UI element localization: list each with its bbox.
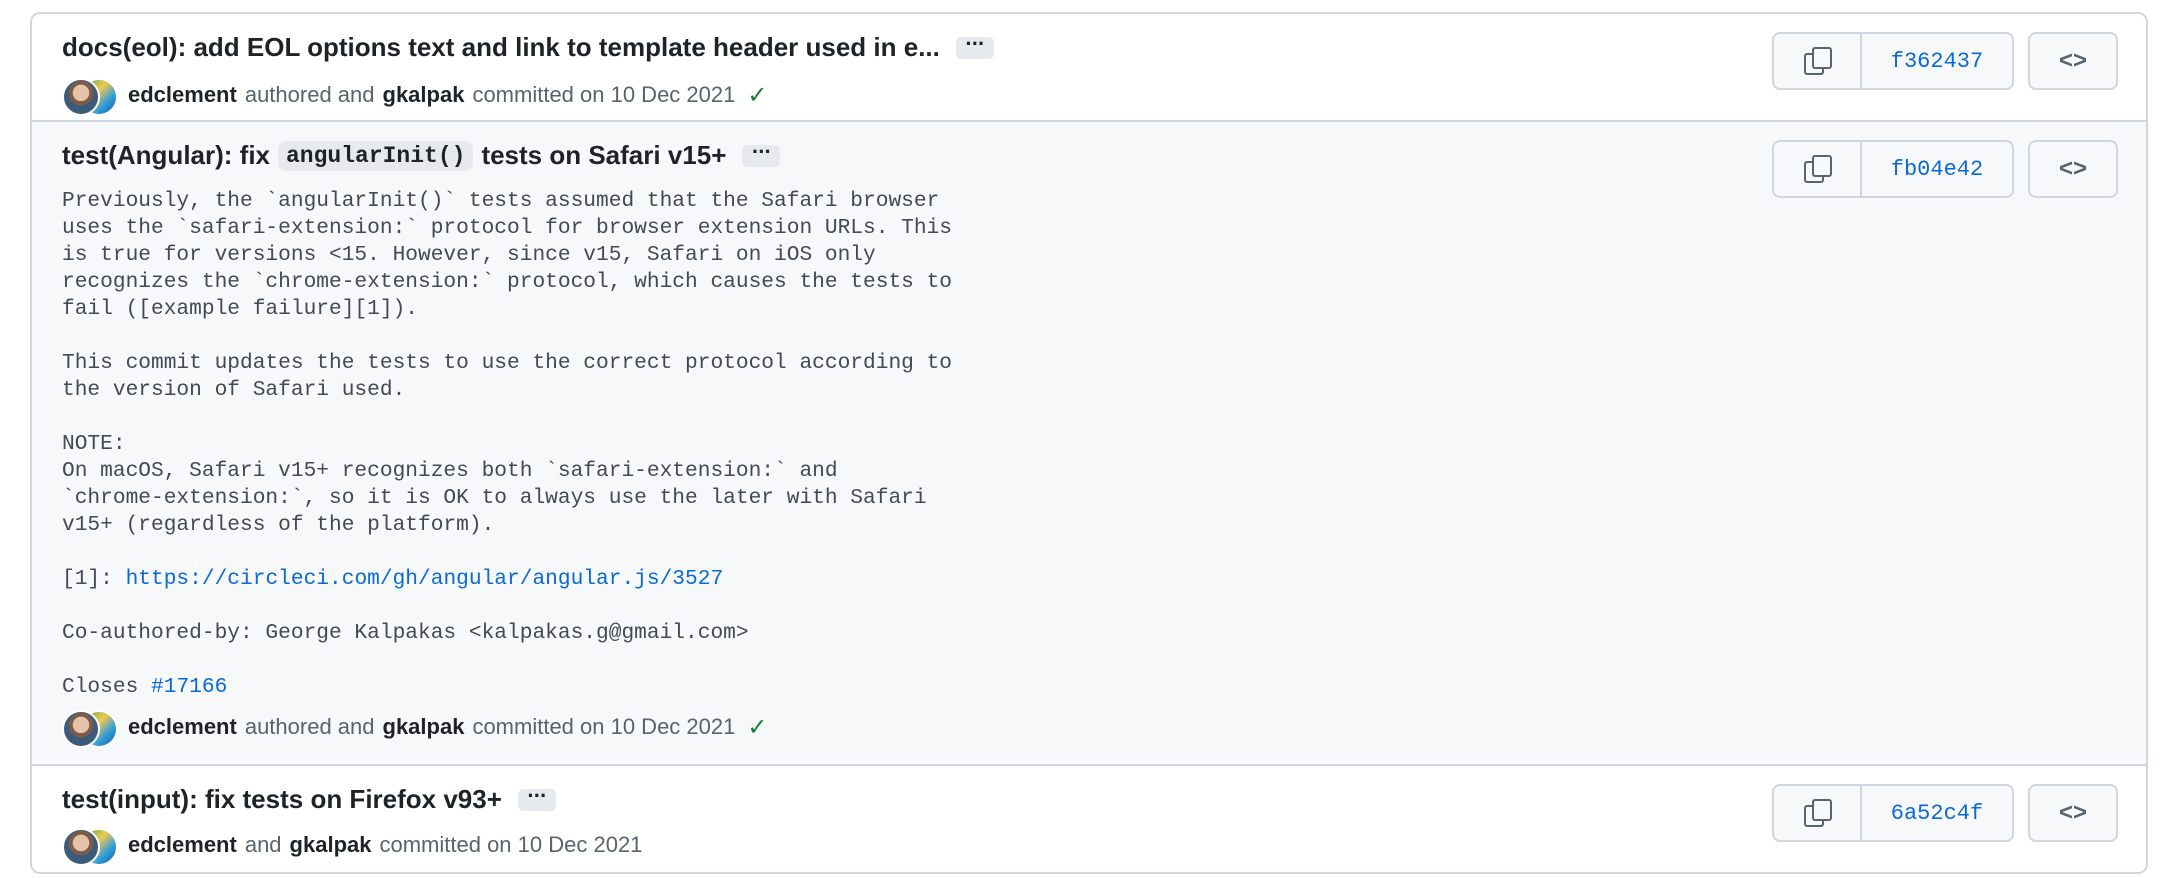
copy-icon — [1804, 799, 1832, 827]
committer-link[interactable]: gkalpak — [383, 714, 465, 740]
commit-title[interactable]: test(input): fix tests on Firefox v93+ ·… — [62, 784, 556, 815]
commit-title-text[interactable]: test(Angular): fix — [62, 140, 270, 171]
avatar-stack[interactable] — [62, 708, 118, 748]
commit-title-text[interactable]: tests on Safari v15+ — [481, 140, 726, 171]
commit-title[interactable]: docs(eol): add EOL options text and link… — [62, 32, 994, 63]
commit-list: docs(eol): add EOL options text and link… — [30, 12, 2148, 874]
sha-button-group: fb04e42 — [1772, 140, 2014, 198]
and-text: and — [244, 832, 282, 857]
avatar[interactable] — [62, 828, 100, 866]
commit-title-code[interactable]: angularInit() — [278, 140, 474, 171]
commit-message-body: Previously, the `angularInit()` tests as… — [62, 188, 952, 701]
code-icon: <> — [2058, 47, 2088, 74]
commit-actions: fb04e42 <> — [1772, 140, 2118, 198]
commit-sha-link[interactable]: 6a52c4f — [1862, 786, 2012, 840]
commit-meta: edclement authored and gkalpak committed… — [62, 708, 767, 748]
issue-link[interactable]: #17166 — [151, 675, 227, 699]
author-link[interactable]: edclement — [128, 714, 237, 740]
authored-text: authored and — [244, 714, 375, 739]
browse-repository-button[interactable]: <> — [2028, 784, 2118, 842]
browse-repository-button[interactable]: <> — [2028, 32, 2118, 90]
commit-body-text: Previously, the `angularInit()` tests as… — [62, 189, 953, 537]
closes-label: Closes — [62, 675, 152, 699]
code-icon: <> — [2058, 155, 2088, 182]
reference-link[interactable]: https://circleci.com/gh/angular/angular.… — [126, 567, 724, 591]
browse-repository-button[interactable]: <> — [2028, 140, 2118, 198]
commit-meta: edclement and gkalpak committed on 10 De… — [62, 826, 650, 866]
committed-date: committed on 10 Dec 2021 — [379, 832, 643, 857]
avatar[interactable] — [62, 710, 100, 748]
commit-title-text[interactable]: test(input): fix tests on Firefox v93+ — [62, 784, 502, 815]
reference-label: [1]: — [62, 567, 126, 591]
author-link[interactable]: edclement — [128, 832, 237, 858]
expand-message-button[interactable]: ··· — [955, 32, 994, 59]
expand-message-button[interactable]: ··· — [517, 784, 556, 811]
committer-link[interactable]: gkalpak — [383, 82, 465, 108]
sha-button-group: f362437 — [1772, 32, 2014, 90]
commit-title-text[interactable]: docs(eol): add EOL options text and link… — [62, 32, 940, 63]
commit-item: test(input): fix tests on Firefox v93+ ·… — [32, 764, 2146, 872]
committed-date: committed on 10 Dec 2021 — [472, 714, 736, 739]
authored-text: authored and — [244, 82, 375, 107]
commit-actions: f362437 <> — [1772, 32, 2118, 90]
expand-message-button[interactable]: ··· — [742, 140, 781, 167]
copy-icon — [1804, 47, 1832, 75]
avatar[interactable] — [62, 78, 100, 116]
avatar-stack[interactable] — [62, 76, 118, 116]
sha-button-group: 6a52c4f — [1772, 784, 2014, 842]
copy-sha-button[interactable] — [1774, 142, 1862, 196]
commit-actions: 6a52c4f <> — [1772, 784, 2118, 842]
committer-link[interactable]: gkalpak — [290, 832, 372, 858]
check-icon[interactable]: ✓ — [747, 81, 767, 110]
commit-meta: edclement authored and gkalpak committed… — [62, 76, 767, 116]
copy-sha-button[interactable] — [1774, 786, 1862, 840]
committed-date: committed on 10 Dec 2021 — [472, 82, 736, 107]
commit-sha-link[interactable]: fb04e42 — [1862, 142, 2012, 196]
commit-title[interactable]: test(Angular): fix angularInit() tests o… — [62, 140, 781, 171]
commit-item: test(Angular): fix angularInit() tests o… — [32, 120, 2146, 764]
check-icon[interactable]: ✓ — [747, 713, 767, 742]
coauthor-text: Co-authored-by: George Kalpakas <kalpaka… — [62, 621, 749, 645]
commit-item: docs(eol): add EOL options text and link… — [32, 14, 2146, 120]
avatar-stack[interactable] — [62, 826, 118, 866]
copy-sha-button[interactable] — [1774, 34, 1862, 88]
copy-icon — [1804, 155, 1832, 183]
author-link[interactable]: edclement — [128, 82, 237, 108]
code-icon: <> — [2058, 799, 2088, 826]
commit-sha-link[interactable]: f362437 — [1862, 34, 2012, 88]
